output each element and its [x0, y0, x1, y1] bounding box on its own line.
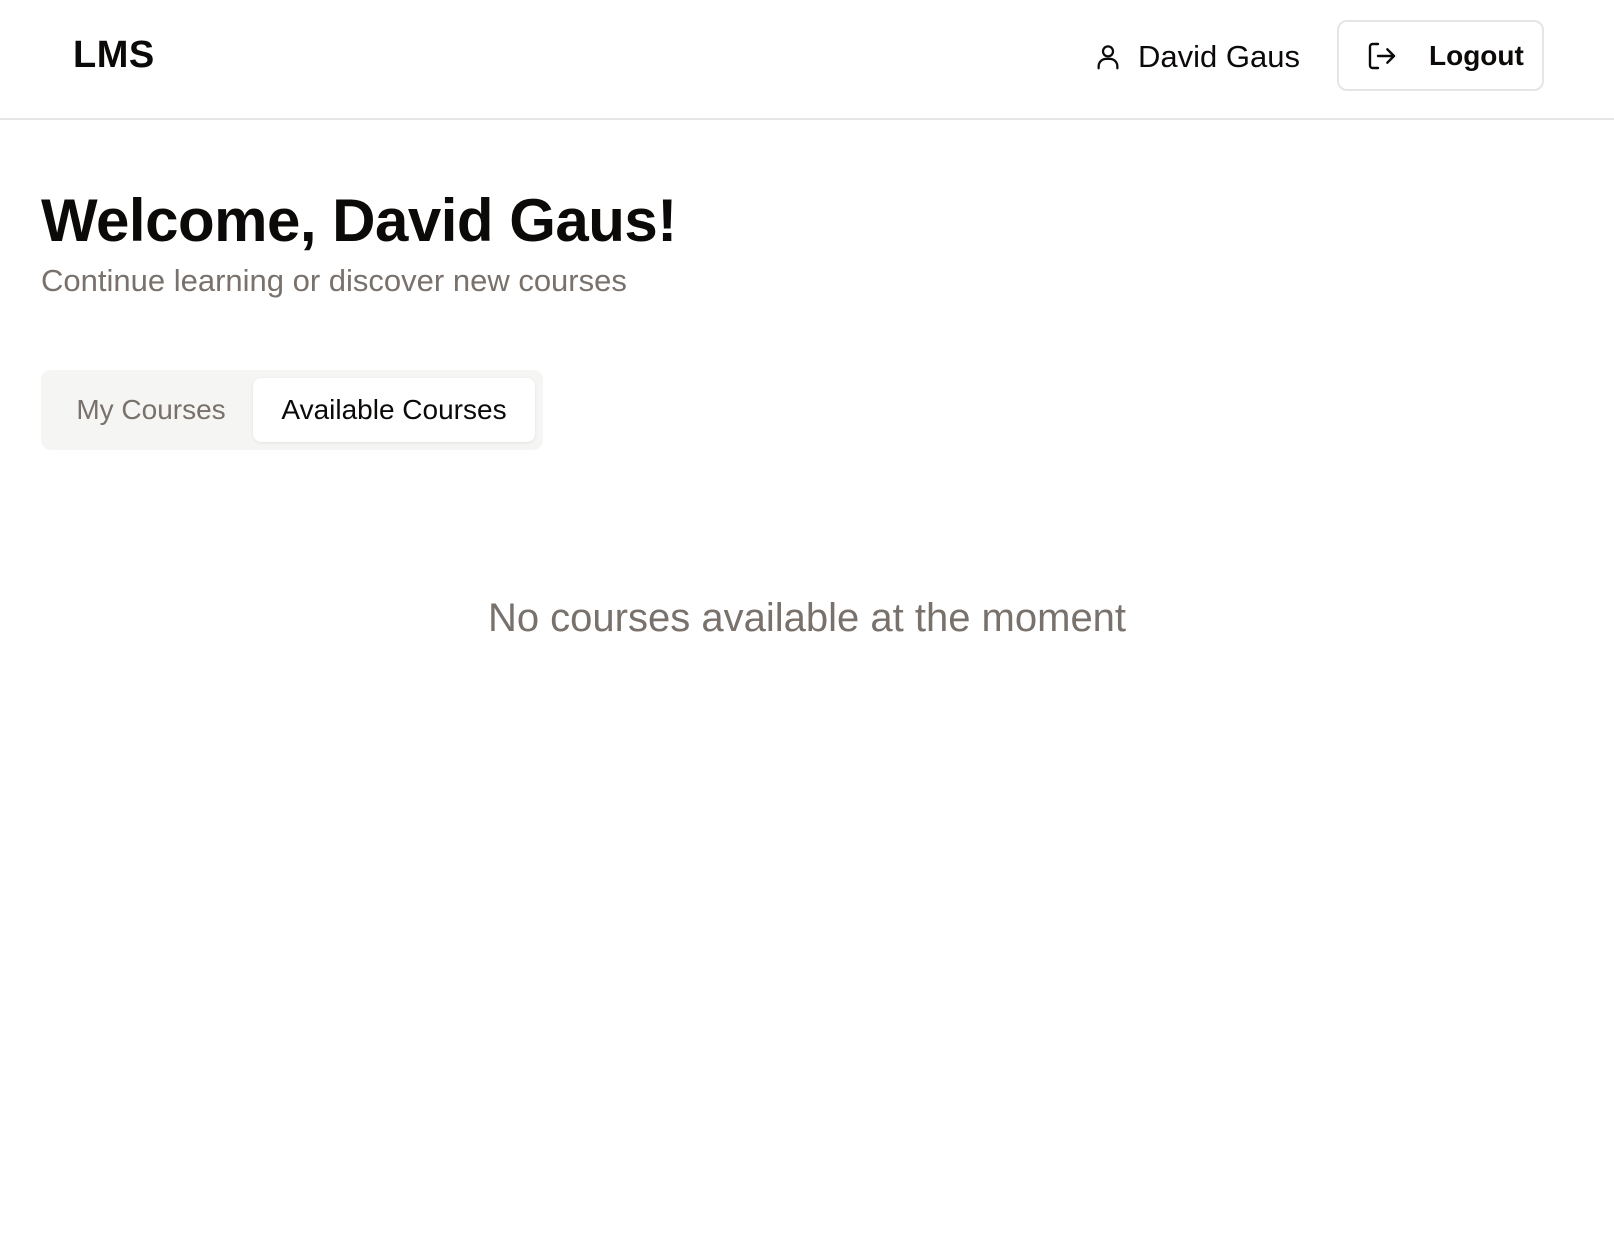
course-tabs: My Courses Available Courses: [41, 370, 543, 450]
page-subtitle: Continue learning or discover new course…: [41, 263, 627, 298]
user-name: David Gaus: [1138, 39, 1300, 74]
user-info: David Gaus: [1092, 36, 1300, 78]
empty-state-message: No courses available at the moment: [487, 596, 1127, 640]
app-logo[interactable]: LMS: [73, 34, 155, 77]
logout-icon: [1365, 39, 1399, 73]
logout-button[interactable]: Logout: [1337, 20, 1544, 91]
page-title: Welcome, David Gaus!: [41, 187, 677, 254]
tab-my-courses[interactable]: My Courses: [49, 378, 253, 442]
user-icon: [1092, 41, 1124, 73]
logout-label: Logout: [1429, 39, 1524, 71]
tab-available-courses[interactable]: Available Courses: [253, 378, 535, 442]
top-navbar: LMS David Gaus Logout: [0, 0, 1614, 120]
